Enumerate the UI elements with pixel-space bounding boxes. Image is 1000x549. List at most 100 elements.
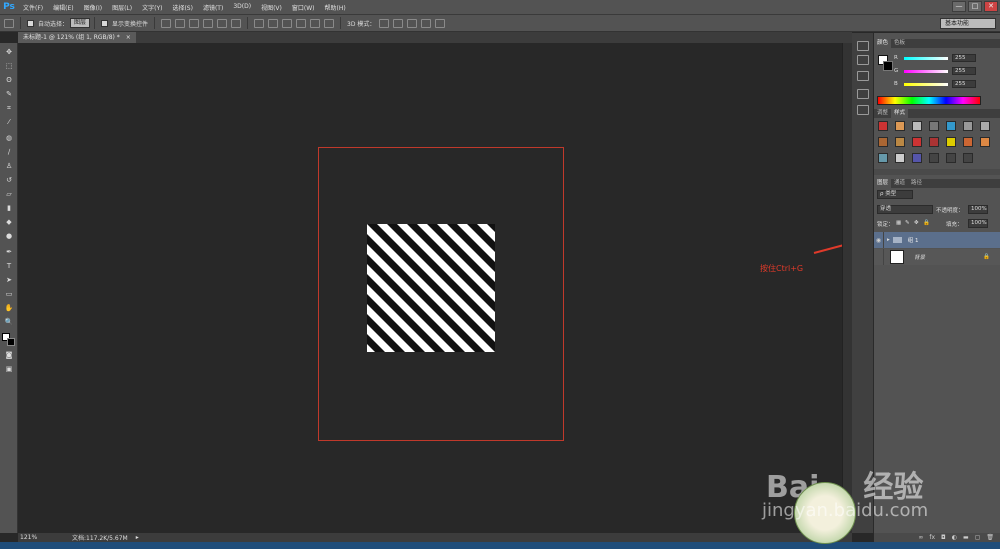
menu-item[interactable]: 选择(S) xyxy=(167,3,198,12)
3d-roll-icon[interactable] xyxy=(393,18,404,28)
style-preset-swatch[interactable] xyxy=(878,153,888,163)
healing-brush-tool-icon[interactable]: ◍ xyxy=(4,133,14,143)
style-preset-swatch[interactable] xyxy=(929,153,939,163)
style-preset-swatch[interactable] xyxy=(946,153,956,163)
add-mask-icon[interactable]: ◘ xyxy=(941,534,946,541)
auto-select-dropdown[interactable]: 图层 xyxy=(70,18,91,28)
tab-paths[interactable]: 路径 xyxy=(908,179,925,188)
align-top-icon[interactable] xyxy=(161,18,172,28)
tab-swatches[interactable]: 色板 xyxy=(891,39,908,48)
slider-green[interactable]: G 255 xyxy=(894,66,998,76)
menu-item[interactable]: 滤镜(T) xyxy=(198,3,228,12)
menu-item[interactable]: 编辑(E) xyxy=(48,3,78,12)
brush-panel-icon[interactable] xyxy=(857,105,869,115)
marquee-tool-icon[interactable]: ⬚ xyxy=(4,61,14,71)
document-tab-close-icon[interactable]: × xyxy=(126,34,131,41)
history-brush-tool-icon[interactable]: ↺ xyxy=(4,175,14,185)
style-preset-swatch[interactable] xyxy=(963,121,973,131)
zoom-level[interactable]: 121% xyxy=(18,534,42,541)
slider-blue[interactable]: B 255 xyxy=(894,79,998,89)
3d-slide-icon[interactable] xyxy=(421,18,432,28)
layer-filter-dropdown[interactable]: ρ 类型 xyxy=(877,190,913,199)
blur-tool-icon[interactable]: ◆ xyxy=(4,217,14,227)
style-preset-swatch[interactable] xyxy=(895,153,905,163)
fill-value[interactable]: 100% xyxy=(968,219,988,228)
lock-position-icon[interactable]: ✥ xyxy=(914,220,919,226)
dodge-tool-icon[interactable]: ● xyxy=(4,231,14,241)
paragraph-panel-icon[interactable] xyxy=(857,89,869,99)
delete-layer-icon[interactable]: 🗑 xyxy=(986,534,994,541)
vertical-scrollbar[interactable] xyxy=(842,43,852,533)
crop-tool-icon[interactable]: ⌗ xyxy=(4,103,14,113)
distribute-middle-icon[interactable] xyxy=(268,18,279,28)
style-preset-swatch[interactable] xyxy=(912,153,922,163)
status-menu-arrow-icon[interactable]: ▸ xyxy=(136,534,139,541)
minimize-button[interactable]: — xyxy=(952,1,966,12)
distribute-bottom-icon[interactable] xyxy=(282,18,293,28)
style-preset-swatch[interactable] xyxy=(878,121,888,131)
style-preset-swatch[interactable] xyxy=(912,137,922,147)
tab-styles[interactable]: 样式 xyxy=(891,109,909,118)
slider-blue-value[interactable]: 255 xyxy=(952,80,976,88)
shape-tool-icon[interactable]: ▭ xyxy=(4,289,14,299)
lasso-tool-icon[interactable]: ʘ xyxy=(4,75,14,85)
menu-item[interactable]: 视图(V) xyxy=(256,3,287,12)
layer-row-group[interactable]: ◉ ▸ 组 1 xyxy=(874,232,1000,248)
menu-item[interactable]: 图层(L) xyxy=(107,3,137,12)
slider-red-track[interactable] xyxy=(904,56,948,60)
move-tool-preset-icon[interactable] xyxy=(4,18,14,28)
menu-item[interactable]: 窗口(W) xyxy=(287,3,320,12)
distribute-left-icon[interactable] xyxy=(296,18,307,28)
tab-adjustments[interactable]: 调整 xyxy=(874,109,891,118)
clone-stamp-tool-icon[interactable]: ♙ xyxy=(4,161,14,171)
background-color-swatch[interactable] xyxy=(7,338,15,346)
menu-item[interactable]: 图像(I) xyxy=(79,3,107,12)
align-bottom-icon[interactable] xyxy=(189,18,200,28)
quick-mask-icon[interactable]: ◙ xyxy=(4,350,14,360)
group-expand-icon[interactable]: ▸ xyxy=(887,237,890,243)
blend-mode-dropdown[interactable]: 穿透 xyxy=(877,205,933,214)
color-spectrum-bar[interactable] xyxy=(877,96,981,105)
layer-style-icon[interactable]: fx xyxy=(929,534,935,541)
align-center-icon[interactable] xyxy=(217,18,228,28)
eraser-tool-icon[interactable]: ▱ xyxy=(4,189,14,199)
style-preset-swatch[interactable] xyxy=(912,121,922,131)
align-middle-icon[interactable] xyxy=(175,18,186,28)
3d-scale-icon[interactable] xyxy=(435,18,446,28)
style-preset-swatch[interactable] xyxy=(946,121,956,131)
tab-channels[interactable]: 通道 xyxy=(891,179,908,188)
style-preset-swatch[interactable] xyxy=(980,137,990,147)
zoom-tool-icon[interactable]: 🔍 xyxy=(4,317,14,327)
eyedropper-tool-icon[interactable]: ⁄ xyxy=(4,117,14,127)
lock-all-icon[interactable]: 🔒 xyxy=(923,220,930,226)
style-preset-swatch[interactable] xyxy=(980,121,990,131)
style-preset-swatch[interactable] xyxy=(946,137,956,147)
slider-red-value[interactable]: 255 xyxy=(952,54,976,62)
menu-item[interactable]: 文字(Y) xyxy=(137,3,167,12)
layer-row-background[interactable]: 背景 🔒 xyxy=(874,249,1000,265)
layer-visibility-eye-icon[interactable]: ◉ xyxy=(874,232,884,248)
menu-item[interactable]: 文件(F) xyxy=(18,3,48,12)
distribute-center-icon[interactable] xyxy=(310,18,321,28)
brush-tool-icon[interactable]: ∕ xyxy=(4,147,14,157)
layer-visibility-eye-icon[interactable] xyxy=(874,249,884,265)
3d-pan-icon[interactable] xyxy=(407,18,418,28)
color-panel-background-swatch[interactable] xyxy=(883,61,893,71)
new-layer-icon[interactable]: ▢ xyxy=(975,534,981,541)
move-tool-icon[interactable]: ✥ xyxy=(4,47,14,57)
hand-tool-icon[interactable]: ✋ xyxy=(4,303,14,313)
type-tool-icon[interactable]: T xyxy=(4,261,14,271)
tab-color[interactable]: 颜色 xyxy=(874,39,892,48)
distribute-right-icon[interactable] xyxy=(324,18,335,28)
workspace-dropdown[interactable]: 基本功能 xyxy=(940,18,996,29)
3d-rotate-icon[interactable] xyxy=(379,18,390,28)
slider-red[interactable]: R 255 xyxy=(894,53,998,63)
menu-item[interactable]: 3D(D) xyxy=(228,3,256,12)
style-preset-swatch[interactable] xyxy=(963,153,973,163)
lock-transparent-icon[interactable]: ▦ xyxy=(896,220,901,226)
slider-blue-track[interactable] xyxy=(904,82,948,86)
history-panel-icon[interactable] xyxy=(857,41,869,51)
align-left-icon[interactable] xyxy=(203,18,214,28)
show-transform-checkbox[interactable] xyxy=(101,19,109,27)
new-group-icon[interactable]: ▬ xyxy=(963,534,969,541)
